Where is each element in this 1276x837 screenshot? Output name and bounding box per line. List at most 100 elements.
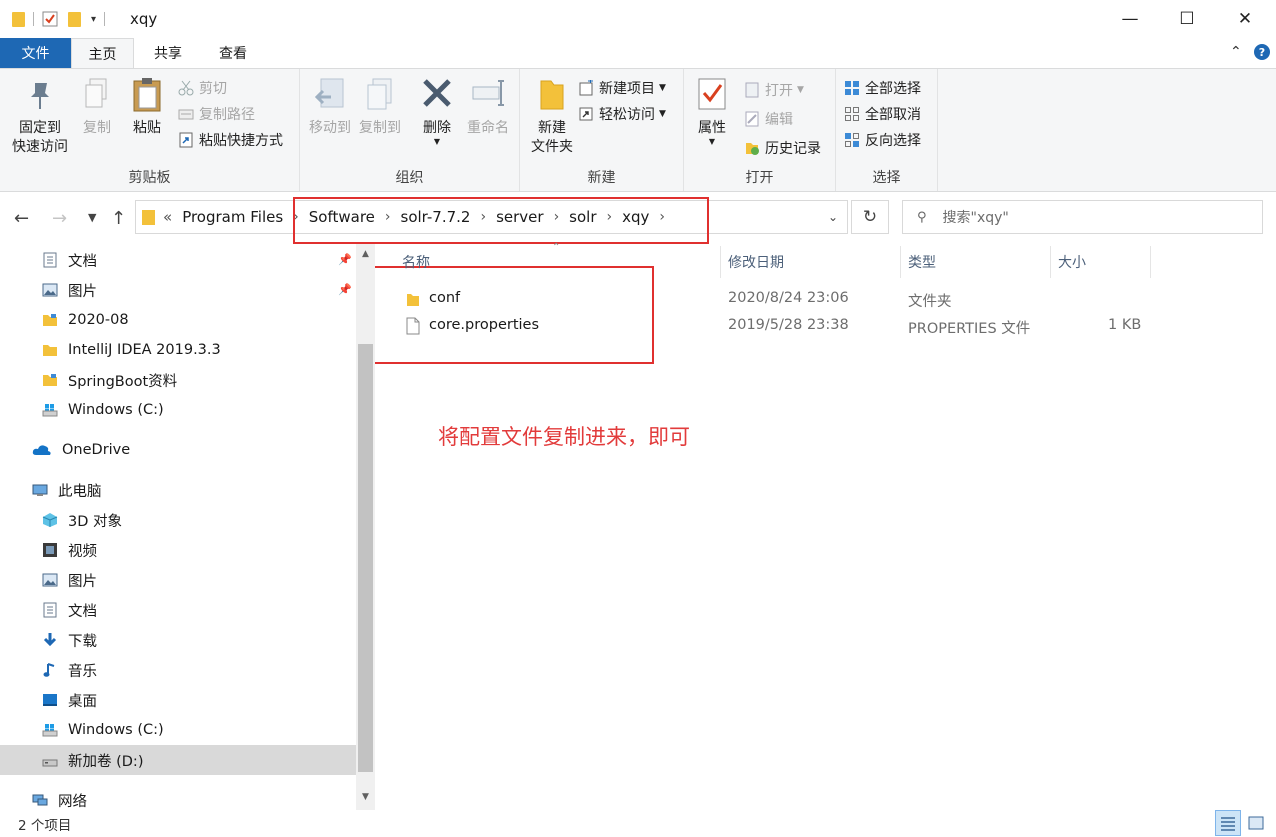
scissors-icon	[178, 80, 194, 96]
pin-to-quick-access-button[interactable]: 固定到 快速访问	[8, 75, 72, 157]
clipboard-group-label: 剪贴板	[128, 170, 171, 186]
scroll-thumb[interactable]	[358, 344, 373, 772]
help-icon[interactable]: ?	[1254, 44, 1270, 60]
up-arrow-icon[interactable]: ↑	[111, 208, 126, 229]
nav-scrollbar[interactable]: ▲ ▼	[356, 244, 375, 810]
nav-item-intellij[interactable]: IntelliJ IDEA 2019.3.3	[42, 335, 221, 365]
properties-button[interactable]: 属性 ▼	[690, 75, 734, 146]
paste-button[interactable]: 粘贴	[126, 75, 168, 138]
tab-share[interactable]: 共享	[140, 38, 196, 68]
folder-icon	[406, 291, 420, 311]
maximize-button[interactable]: ☐	[1158, 0, 1216, 38]
column-header-name[interactable]: 名称	[402, 252, 430, 272]
nav-item-desktop[interactable]: 桌面	[42, 685, 97, 715]
new-group-label: 新建	[587, 170, 616, 186]
video-icon	[42, 542, 58, 558]
properties-icon	[695, 75, 729, 115]
customize-toolbar-icon[interactable]: ▾	[91, 14, 96, 25]
nav-item-onedrive[interactable]: OneDrive	[32, 435, 130, 465]
computer-icon	[32, 482, 48, 498]
drive-icon	[42, 722, 58, 738]
copy-button[interactable]: 复制	[76, 75, 118, 138]
new-item-icon	[578, 80, 594, 96]
nav-item-drive-d[interactable]: 新加卷 (D:)	[0, 745, 356, 775]
address-history-chevron-icon[interactable]: ⌄	[818, 200, 848, 234]
paste-shortcut-button[interactable]: 粘贴快捷方式	[178, 129, 283, 151]
document-icon	[42, 602, 58, 618]
select-group-label: 选择	[872, 170, 901, 186]
nav-item-windows-c[interactable]: Windows (C:)	[42, 715, 164, 745]
search-input[interactable]: ⚲ 搜索"xqy"	[902, 200, 1263, 234]
ribbon: 固定到 快速访问 复制 粘贴 剪切 复制路径 粘贴快捷方式 剪贴板 移动到 复制…	[0, 68, 1276, 192]
annotation-text: 将配置文件复制进来，即可	[438, 425, 690, 449]
refresh-icon[interactable]: ↻	[851, 200, 889, 234]
rename-button[interactable]: 重命名	[462, 75, 514, 138]
nav-item-3d-objects[interactable]: 3D 对象	[42, 505, 122, 535]
history-icon	[744, 140, 760, 156]
download-icon	[42, 632, 58, 648]
recent-locations-chevron-icon[interactable]: ▼	[88, 211, 96, 224]
properties-check-icon[interactable]	[42, 11, 58, 27]
new-item-button[interactable]: 新建项目 ▼	[578, 77, 666, 99]
details-view-button[interactable]	[1215, 810, 1241, 836]
tab-file[interactable]: 文件	[0, 38, 71, 68]
new-folder-button[interactable]: 新建 文件夹	[526, 75, 578, 157]
breadcrumb-overflow[interactable]: «	[163, 208, 172, 226]
back-arrow-icon[interactable]: ←	[14, 208, 29, 229]
column-header-modified[interactable]: 修改日期	[728, 252, 784, 272]
delete-button[interactable]: 删除 ▼	[414, 75, 460, 146]
move-to-button[interactable]: 移动到	[306, 75, 354, 138]
search-icon: ⚲	[917, 209, 927, 225]
forward-arrow-icon[interactable]: →	[52, 208, 67, 229]
nav-item-windows-c-quick[interactable]: Windows (C:)	[42, 395, 164, 425]
tab-view[interactable]: 查看	[205, 38, 261, 68]
folder-icon	[12, 11, 25, 27]
copy-to-icon	[363, 75, 397, 115]
nav-item-this-pc[interactable]: 此电脑	[32, 475, 102, 505]
large-icons-view-button[interactable]	[1243, 810, 1269, 836]
table-row[interactable]: core.properties 2019/5/28 23:38 PROPERTI…	[376, 313, 1276, 339]
chevron-down-icon: ▼	[659, 83, 666, 93]
open-button[interactable]: 打开 ▼	[744, 79, 804, 101]
nav-item-documents[interactable]: 文档	[42, 595, 97, 625]
nav-item-pictures[interactable]: 图片	[42, 565, 97, 595]
easy-access-button[interactable]: 轻松访问 ▼	[578, 103, 666, 125]
address-highlight-box	[293, 197, 709, 244]
nav-item-music[interactable]: 音乐	[42, 655, 97, 685]
pin-icon[interactable]: 📌	[338, 283, 352, 296]
new-folder-icon[interactable]	[68, 11, 81, 27]
cut-button[interactable]: 剪切	[178, 77, 227, 99]
select-none-button[interactable]: 全部取消	[844, 103, 921, 125]
select-all-button[interactable]: 全部选择	[844, 77, 921, 99]
easy-access-icon	[578, 106, 594, 122]
nav-item-pictures-quick[interactable]: 图片	[42, 275, 97, 305]
column-header-type[interactable]: 类型	[908, 252, 936, 272]
nav-item-documents-quick[interactable]: 文档	[42, 245, 97, 275]
collapse-ribbon-icon[interactable]: ⌃	[1230, 44, 1242, 60]
nav-item-downloads[interactable]: 下载	[42, 625, 97, 655]
table-row[interactable]: conf 2020/8/24 23:06 文件夹	[376, 286, 1276, 312]
breadcrumb-program-files[interactable]: Program Files	[182, 208, 283, 226]
invert-selection-button[interactable]: 反向选择	[844, 129, 921, 151]
close-button[interactable]: ✕	[1216, 0, 1274, 38]
history-button[interactable]: 历史记录	[744, 137, 821, 159]
minimize-button[interactable]: —	[1101, 0, 1159, 38]
copy-to-button[interactable]: 复制到	[356, 75, 404, 138]
copy-path-button[interactable]: 复制路径	[178, 103, 255, 125]
scroll-up-icon[interactable]: ▲	[356, 246, 375, 262]
scroll-down-icon[interactable]: ▼	[356, 789, 375, 805]
nav-item-springboot[interactable]: SpringBoot资料	[42, 365, 177, 395]
nav-item-videos[interactable]: 视频	[42, 535, 97, 565]
sort-ascending-icon: ⌃	[552, 242, 561, 253]
edit-button[interactable]: 编辑	[744, 108, 793, 130]
pin-icon[interactable]: 📌	[338, 253, 352, 266]
organize-group-label: 组织	[395, 170, 424, 186]
copy-path-icon	[178, 106, 194, 122]
music-icon	[42, 662, 58, 678]
file-modified: 2020/8/24 23:06	[728, 290, 849, 306]
nav-item-2020-08[interactable]: 2020-08	[42, 305, 129, 335]
tab-home[interactable]: 主页	[71, 38, 134, 69]
column-header-size[interactable]: 大小	[1058, 252, 1086, 272]
folder-icon	[142, 209, 155, 225]
clipboard-group: 固定到 快速访问 复制 粘贴 剪切 复制路径 粘贴快捷方式 剪贴板	[0, 69, 300, 191]
